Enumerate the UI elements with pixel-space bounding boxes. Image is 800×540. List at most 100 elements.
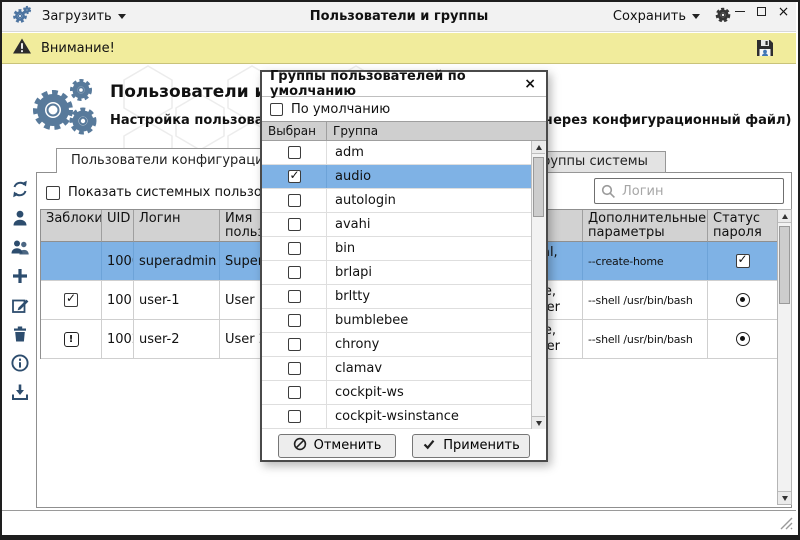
group-name: chrony: [327, 337, 546, 352]
group-name: cockpit-wsinstance: [327, 409, 546, 424]
save-file-icon[interactable]: [754, 37, 776, 59]
warning-bar: Внимание!: [2, 33, 796, 64]
scroll-down-button[interactable]: [778, 491, 791, 504]
checkbox-icon[interactable]: [46, 186, 60, 200]
scrollbar-thumb[interactable]: [533, 157, 544, 217]
default-groups-dialog: Группы пользователей по умолчанию × По у…: [260, 70, 548, 462]
group-row[interactable]: cockpit-wsinstance: [262, 405, 546, 429]
group-name: autologin: [327, 193, 546, 208]
group-row[interactable]: avahi: [262, 213, 546, 237]
scroll-down-button[interactable]: [532, 416, 545, 429]
trash-icon: [10, 324, 30, 347]
statusbar: [2, 510, 796, 536]
user-groups-icon: [10, 237, 30, 260]
locked-checkbox[interactable]: [64, 293, 78, 307]
search-icon: [601, 184, 616, 203]
group-list: adm audio autologin avahi bin brlapi brl…: [262, 141, 546, 429]
maximize-button[interactable]: [755, 5, 768, 18]
cancel-icon: [293, 437, 307, 455]
table-scrollbar[interactable]: [777, 209, 792, 505]
cancel-button[interactable]: Отменить: [278, 434, 396, 458]
group-checkbox[interactable]: [288, 170, 301, 183]
settings-gear-icon[interactable]: [714, 6, 732, 28]
group-checkbox[interactable]: [288, 386, 301, 399]
user-groups-button[interactable]: [7, 236, 33, 261]
load-menu-button[interactable]: Загрузить: [42, 9, 126, 24]
info-icon: [10, 353, 30, 376]
app-gears-icon: [12, 5, 32, 29]
group-name: bumblebee: [327, 313, 546, 328]
column-header-status[interactable]: Статус пароля: [708, 210, 778, 242]
group-row[interactable]: chrony: [262, 333, 546, 357]
minimize-button[interactable]: [733, 5, 746, 18]
uid-label: UID: [107, 212, 130, 226]
add-user-icon: [10, 208, 30, 231]
search-box: [594, 178, 784, 204]
refresh-icon: [10, 179, 30, 202]
cell-login: user-1: [134, 281, 220, 319]
cell-params: --shell /usr/bin/bash: [583, 320, 708, 358]
cell-password-status: [708, 320, 778, 358]
group-list-scrollbar[interactable]: [531, 141, 546, 429]
group-row[interactable]: autologin: [262, 189, 546, 213]
group-checkbox[interactable]: [288, 338, 301, 351]
cell-locked: [41, 242, 102, 280]
tab-users-config[interactable]: Пользователи конфигурации: [56, 148, 287, 173]
warning-triangle-icon: [12, 37, 32, 59]
group-row[interactable]: clamav: [262, 357, 546, 381]
column-header-uid[interactable]: UID: [102, 210, 134, 242]
cell-locked: [41, 281, 102, 319]
password-status-checkbox[interactable]: [736, 254, 750, 268]
column-header-locked[interactable]: Заблокирован: [41, 210, 102, 242]
edit-button[interactable]: [7, 294, 33, 319]
close-button[interactable]: ×: [777, 5, 790, 18]
default-checkbox[interactable]: По умолчанию: [262, 97, 546, 121]
group-checkbox[interactable]: [288, 194, 301, 207]
download-icon: [10, 382, 30, 405]
group-row[interactable]: bin: [262, 237, 546, 261]
group-checkbox[interactable]: [288, 266, 301, 279]
export-button[interactable]: [7, 381, 33, 406]
side-toolbar: [7, 178, 35, 406]
group-row[interactable]: bumblebee: [262, 309, 546, 333]
group-row[interactable]: brltty: [262, 285, 546, 309]
info-button[interactable]: [7, 352, 33, 377]
password-status-radio[interactable]: [736, 293, 750, 307]
search-input[interactable]: [594, 178, 784, 204]
group-name: brlapi: [327, 265, 546, 280]
group-checkbox[interactable]: [288, 146, 301, 159]
delete-button[interactable]: [7, 323, 33, 348]
save-menu-button[interactable]: Сохранить: [613, 9, 700, 24]
apply-button[interactable]: Применить: [412, 434, 530, 458]
add-button[interactable]: [7, 265, 33, 290]
column-header-params[interactable]: Дополнительные параметры: [583, 210, 708, 242]
group-row[interactable]: adm: [262, 141, 546, 165]
group-checkbox[interactable]: [288, 218, 301, 231]
locked-warning-icon: [64, 332, 79, 347]
dialog-close-button[interactable]: ×: [522, 75, 538, 93]
group-row[interactable]: cockpit-ws: [262, 381, 546, 405]
group-checkbox[interactable]: [288, 314, 301, 327]
group-row[interactable]: audio: [262, 165, 546, 189]
scrollbar-thumb[interactable]: [779, 226, 790, 304]
column-header-login[interactable]: Логин: [134, 210, 220, 242]
group-checkbox[interactable]: [288, 410, 301, 423]
group-checkbox[interactable]: [288, 242, 301, 255]
dialog-titlebar[interactable]: Группы пользователей по умолчанию ×: [262, 72, 546, 97]
cancel-label: Отменить: [314, 438, 382, 453]
checkbox-icon[interactable]: [270, 103, 283, 116]
cell-password-status: [708, 281, 778, 319]
scroll-up-button[interactable]: [778, 210, 791, 223]
group-row[interactable]: brlapi: [262, 261, 546, 285]
window-controls: ×: [733, 5, 790, 18]
app-window: Загрузить Пользователи и группы Сохранит…: [0, 0, 800, 540]
chevron-down-icon: [692, 14, 700, 19]
add-user-button[interactable]: [7, 207, 33, 232]
refresh-button[interactable]: [7, 178, 33, 203]
group-checkbox[interactable]: [288, 362, 301, 375]
resize-grip[interactable]: [779, 515, 793, 534]
scroll-up-button[interactable]: [532, 141, 545, 154]
cell-uid: 1001: [102, 281, 134, 319]
group-checkbox[interactable]: [288, 290, 301, 303]
password-status-radio[interactable]: [736, 332, 750, 346]
